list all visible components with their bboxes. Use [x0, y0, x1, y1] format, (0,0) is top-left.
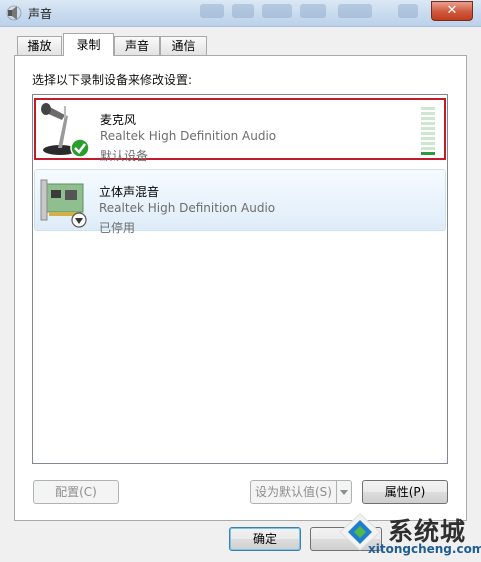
blurred-titlebar-element [200, 4, 224, 18]
set-default-dropdown-arrow[interactable] [336, 480, 352, 504]
disabled-arrow-icon [71, 212, 87, 228]
level-bar-active [421, 152, 435, 155]
device-status: 已停用 [99, 221, 136, 235]
window-title: 声音 [28, 7, 53, 21]
device-name: 麦克风 [100, 113, 137, 127]
tab-label: 录制 [76, 38, 101, 52]
blurred-titlebar-element [232, 4, 254, 18]
instruction-text: 选择以下录制设备来修改设置: [32, 73, 193, 87]
device-description: Realtek High Definition Audio [99, 201, 276, 215]
level-bar [421, 127, 435, 130]
device-name: 立体声混音 [99, 185, 160, 199]
ok-button[interactable]: 确定 [229, 527, 301, 551]
speaker-app-icon [6, 5, 22, 21]
set-default-button[interactable]: 设为默认值(S) [250, 480, 337, 504]
close-icon: ✕ [446, 3, 458, 18]
level-bar [421, 147, 435, 150]
level-bar [421, 107, 435, 110]
level-bar [421, 137, 435, 140]
level-bar [421, 132, 435, 135]
close-button[interactable]: ✕ [431, 1, 473, 21]
device-description: Realtek High Definition Audio [100, 129, 277, 143]
tab-communications[interactable]: 通信 [160, 36, 207, 55]
tab-label: 播放 [27, 39, 52, 53]
blurred-titlebar-element [262, 4, 292, 18]
device-status: 默认设备 [100, 149, 149, 163]
device-item-microphone[interactable]: 麦克风 Realtek High Definition Audio 默认设备 [34, 98, 446, 163]
level-bar [421, 142, 435, 145]
blurred-titlebar-element [338, 4, 372, 18]
default-check-icon [70, 138, 90, 158]
device-item-stereo-mix[interactable]: 立体声混音 Realtek High Definition Audio 已停用 [34, 169, 446, 235]
level-bar [421, 122, 435, 125]
tab-recording[interactable]: 录制 [63, 33, 114, 56]
tab-label: 通信 [171, 39, 196, 53]
level-bar [421, 117, 435, 120]
blurred-titlebar-element [398, 4, 418, 18]
watermark-url: xitongcheng.com [368, 542, 481, 556]
tab-sounds[interactable]: 声音 [114, 36, 160, 55]
level-meter [421, 107, 435, 157]
tab-playback[interactable]: 播放 [17, 36, 62, 55]
properties-button[interactable]: 属性(P) [362, 480, 448, 504]
title-bar: 声音 ✕ [0, 0, 481, 27]
configure-button[interactable]: 配置(C) [33, 480, 119, 504]
tab-label: 声音 [124, 39, 149, 53]
blurred-titlebar-element [300, 4, 326, 18]
device-list[interactable]: 麦克风 Realtek High Definition Audio 默认设备 立… [32, 94, 448, 464]
level-bar [421, 112, 435, 115]
